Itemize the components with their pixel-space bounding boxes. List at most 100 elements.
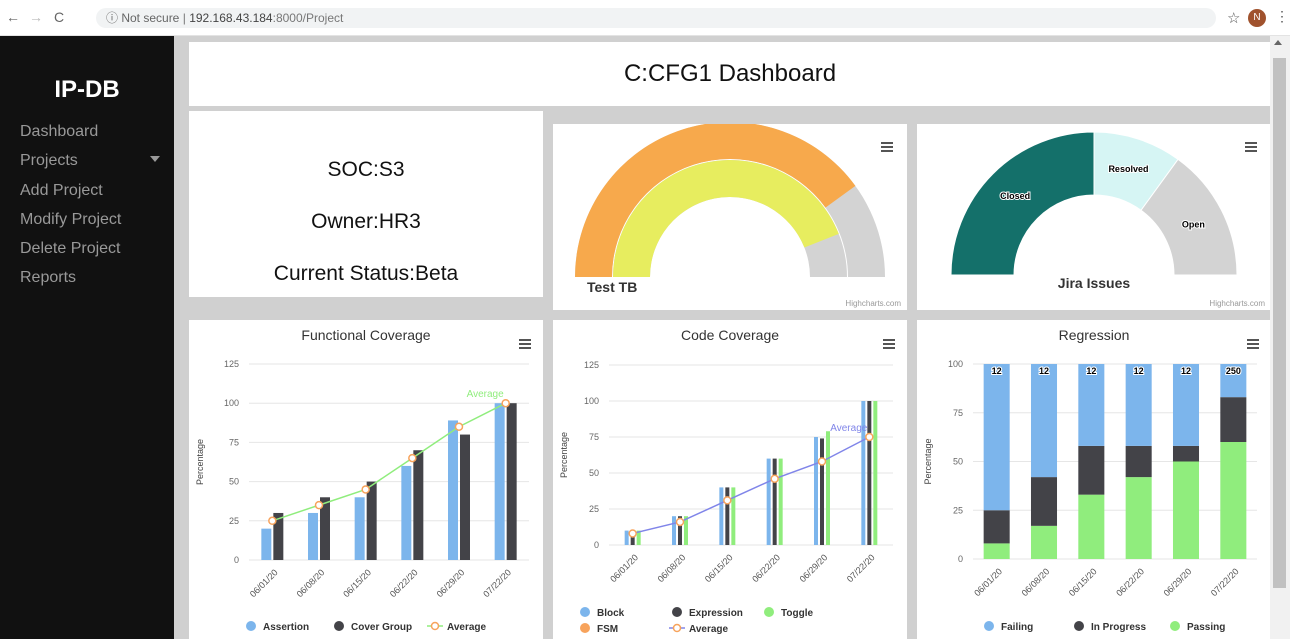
x-tick-label: 07/22/20: [845, 552, 877, 584]
legend-label: Average: [447, 622, 487, 633]
bar-segment: [983, 543, 1010, 559]
y-tick-label: 75: [953, 408, 963, 418]
bar: [460, 434, 470, 560]
bar-segment: [1030, 477, 1058, 526]
code-coverage-card: Code Coverage 0 25 50 75 100 125 Percentage 06/0…: [553, 320, 907, 639]
chart-menu-icon[interactable]: [883, 339, 895, 341]
sidebar-item-reports[interactable]: Reports: [20, 269, 76, 287]
bar: [506, 403, 517, 560]
chart-menu-icon[interactable]: [1245, 142, 1257, 144]
bar-segment: [1220, 442, 1247, 559]
address-bar[interactable]: ⓘ Not secure | 192.168.43.184:8000/Proje…: [96, 8, 1216, 28]
legend-marker: [580, 623, 590, 633]
average-point: [770, 474, 779, 484]
average-point: [817, 457, 827, 466]
gauge-title: Test TB: [587, 279, 637, 295]
average-point: [361, 485, 370, 494]
browser-toolbar: ← → C ⓘ Not secure | 192.168.43.184:8000…: [0, 0, 1290, 36]
regression-chart: Regression 0 25 50 75 100 Percentage 06/01/20 06…: [923, 327, 1257, 633]
browser-menu-icon[interactable]: ⋮: [1275, 8, 1289, 25]
sidebar-item-modify-project[interactable]: Modify Project: [20, 211, 121, 229]
average-point: [723, 496, 732, 505]
average-point: [454, 422, 464, 431]
x-tick-label: 06/22/20: [388, 567, 420, 599]
legend-label: Block: [597, 608, 625, 619]
x-tick-label: 07/22/20: [481, 567, 513, 599]
average-line: [632, 436, 870, 535]
reload-icon[interactable]: C: [54, 9, 64, 25]
functional-coverage-chart: Functional Coverage 0 25 50 75 100 125 Percenta…: [195, 327, 529, 633]
url-path: :8000/Project: [272, 11, 344, 25]
y-tick-label: 25: [589, 504, 599, 514]
test-tb-card: Test TB Highcharts.com: [553, 122, 907, 310]
bar: [401, 465, 412, 560]
x-tick-label: 07/22/20: [1209, 566, 1241, 598]
y-tick-label: 25: [953, 505, 963, 515]
chart-menu-icon[interactable]: [519, 339, 531, 341]
bar: [826, 431, 830, 545]
average-point: [501, 398, 510, 408]
bar: [725, 487, 730, 545]
x-tick-label: 06/29/20: [435, 567, 467, 599]
x-tick-label: 06/22/20: [750, 552, 782, 584]
y-axis-label: Percentage: [559, 432, 569, 478]
bar-segment: [1030, 525, 1058, 559]
average-point: [865, 432, 874, 442]
sidebar-item-projects[interactable]: Projects: [20, 152, 78, 170]
code-coverage-chart: Code Coverage 0 25 50 75 100 125 Percentage 06/0…: [559, 327, 893, 635]
chart-title: Code Coverage: [681, 327, 779, 343]
caret-down-icon[interactable]: [150, 156, 160, 162]
sidebar: IP-DB Dashboard Projects Add Project Mod…: [0, 36, 174, 639]
x-tick-label: 06/15/20: [341, 567, 373, 599]
y-tick-label: 0: [594, 540, 599, 550]
x-tick-label: 06/22/20: [1114, 566, 1146, 598]
bar-total-label: 12: [1181, 366, 1191, 376]
legend-label: Assertion: [263, 622, 309, 633]
average-annotation: Average: [830, 423, 868, 434]
y-tick-label: 75: [229, 437, 239, 447]
brand-logo[interactable]: IP-DB: [0, 76, 174, 104]
bar-segment: [1172, 445, 1200, 462]
sidebar-item-add-project[interactable]: Add Project: [20, 182, 103, 200]
chart-title: Functional Coverage: [301, 327, 430, 343]
bar-total-label: 12: [1134, 366, 1144, 376]
chart-menu-icon[interactable]: [1247, 339, 1259, 341]
bookmark-star-icon[interactable]: ☆: [1227, 9, 1240, 27]
y-tick-label: 25: [229, 516, 239, 526]
bar-segment: [1078, 364, 1105, 446]
forward-arrow-icon[interactable]: →: [29, 9, 43, 25]
bar-segment: [1030, 364, 1058, 478]
sidebar-item-dashboard[interactable]: Dashboard: [20, 123, 98, 141]
bar: [261, 528, 272, 560]
y-tick-label: 0: [958, 554, 963, 564]
bar: [366, 481, 377, 560]
regression-card: Regression 0 25 50 75 100 Percentage 06/01/20 06…: [917, 320, 1271, 639]
bar-segment: [1125, 477, 1152, 559]
highcharts-credit[interactable]: Highcharts.com: [845, 299, 901, 308]
highcharts-credit[interactable]: Highcharts.com: [1209, 299, 1265, 308]
legend-label: FSM: [597, 624, 618, 635]
scrollbar-thumb[interactable]: [1273, 58, 1286, 588]
bar: [820, 438, 824, 545]
bar-segment: [1125, 364, 1152, 446]
sidebar-item-delete-project[interactable]: Delete Project: [20, 240, 121, 258]
x-tick-label: 06/01/20: [248, 567, 280, 599]
legend-marker: [984, 621, 994, 631]
x-tick-label: 06/01/20: [972, 566, 1004, 598]
legend-marker: [1074, 621, 1084, 631]
chart-menu-icon[interactable]: [881, 142, 893, 144]
security-indicator[interactable]: ⓘ Not secure: [106, 11, 179, 25]
bar: [354, 497, 365, 560]
profile-avatar[interactable]: N: [1248, 9, 1266, 27]
y-axis-label: Percentage: [923, 438, 933, 484]
back-arrow-icon[interactable]: ←: [6, 9, 20, 25]
y-axis-label: Percentage: [195, 439, 205, 485]
status-text: Current Status:Beta: [273, 262, 459, 285]
scroll-up-arrow-icon[interactable]: [1274, 40, 1282, 45]
legend-label: Passing: [1187, 622, 1225, 633]
y-tick-label: 125: [584, 360, 599, 370]
bar-segment: [983, 510, 1010, 544]
y-tick-label: 100: [584, 396, 599, 406]
x-tick-label: 06/08/20: [656, 552, 688, 584]
bar: [873, 401, 878, 545]
